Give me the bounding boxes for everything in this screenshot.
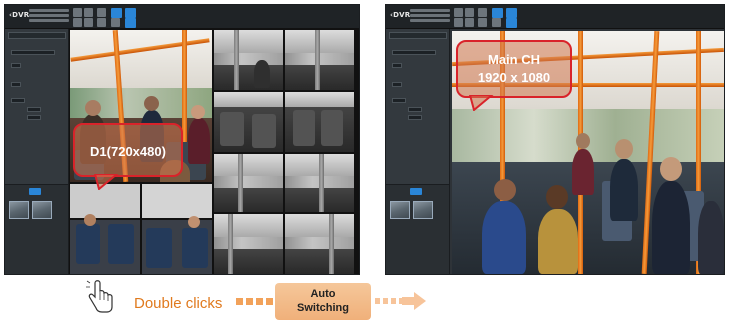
search-input[interactable] [8,32,66,39]
sidebar-checkbox[interactable] [392,82,402,87]
thumbnail[interactable] [9,201,29,219]
thumbnail[interactable] [413,201,433,219]
layout-16-button[interactable] [506,18,517,28]
sidebar-checkbox[interactable] [11,63,21,68]
sidebar-field[interactable] [11,98,25,103]
callout-tail [468,95,494,111]
toolbar: ‹DVR [5,5,359,29]
video-tile[interactable] [214,154,283,212]
layout-1-button[interactable] [111,8,122,18]
video-tile[interactable] [142,184,212,274]
pause-button[interactable] [84,18,93,27]
search-input[interactable] [389,32,447,39]
callout-tail [93,174,119,190]
status-indicators [29,9,69,24]
video-tile[interactable] [285,214,354,274]
end-time-field[interactable] [27,115,41,120]
search-button[interactable] [410,188,422,195]
start-time-field[interactable] [408,107,422,112]
snapshot-button[interactable] [478,8,487,17]
main-channel-name: Main CH [488,52,540,67]
sidebar-field[interactable] [392,50,436,55]
layout-4-button[interactable] [506,8,517,18]
thumbnail[interactable] [390,201,410,219]
video-tile[interactable] [70,184,140,274]
play-button[interactable] [465,8,474,17]
thumbnail-panel [5,184,68,274]
fullscreen-button[interactable] [492,18,501,27]
auto-switching-line1: Auto [310,288,336,300]
main-channel-resolution: 1920 x 1080 [477,70,551,85]
auto-switching-badge: Auto Switching [275,283,371,320]
pause-button[interactable] [465,18,474,27]
sidebar [5,29,69,274]
stop-button[interactable] [454,18,463,27]
app-logo: ‹DVR [9,11,30,19]
export-button[interactable] [97,18,106,27]
progress-dots [375,298,404,304]
layout-1-button[interactable] [492,8,503,18]
toolbar: ‹DVR [386,5,724,29]
thumbnail-panel [386,184,449,274]
video-tile[interactable] [285,92,354,152]
video-tile[interactable] [214,214,283,274]
channel-resolution-callout: D1(720x480) [73,123,183,177]
play-button[interactable] [84,8,93,17]
sidebar-field[interactable] [392,98,406,103]
auto-switching-line2: Switching [297,302,349,314]
sidebar [386,29,450,274]
sidebar-checkbox[interactable] [392,63,402,68]
video-tile[interactable] [214,30,283,90]
end-time-field[interactable] [408,115,422,120]
snapshot-button[interactable] [97,8,106,17]
main-channel-callout: Main CH 1920 x 1080 [456,40,572,98]
video-tile[interactable] [285,30,354,90]
sidebar-field[interactable] [11,50,55,55]
layout-4-button[interactable] [125,8,136,18]
arrow-right-icon [402,292,426,310]
record-button[interactable] [454,8,463,17]
video-tile[interactable] [285,154,354,212]
stop-button[interactable] [73,18,82,27]
fullscreen-button[interactable] [111,18,120,27]
double-click-instruction: Double clicks [134,295,223,312]
app-logo: ‹DVR [390,11,411,19]
video-tile[interactable] [214,92,283,152]
hand-pointer-icon [86,280,113,313]
sidebar-checkbox[interactable] [11,82,21,87]
search-button[interactable] [29,188,41,195]
record-button[interactable] [73,8,82,17]
export-button[interactable] [478,18,487,27]
status-indicators [410,9,450,24]
layout-16-button[interactable] [125,18,136,28]
thumbnail[interactable] [32,201,52,219]
start-time-field[interactable] [27,107,41,112]
